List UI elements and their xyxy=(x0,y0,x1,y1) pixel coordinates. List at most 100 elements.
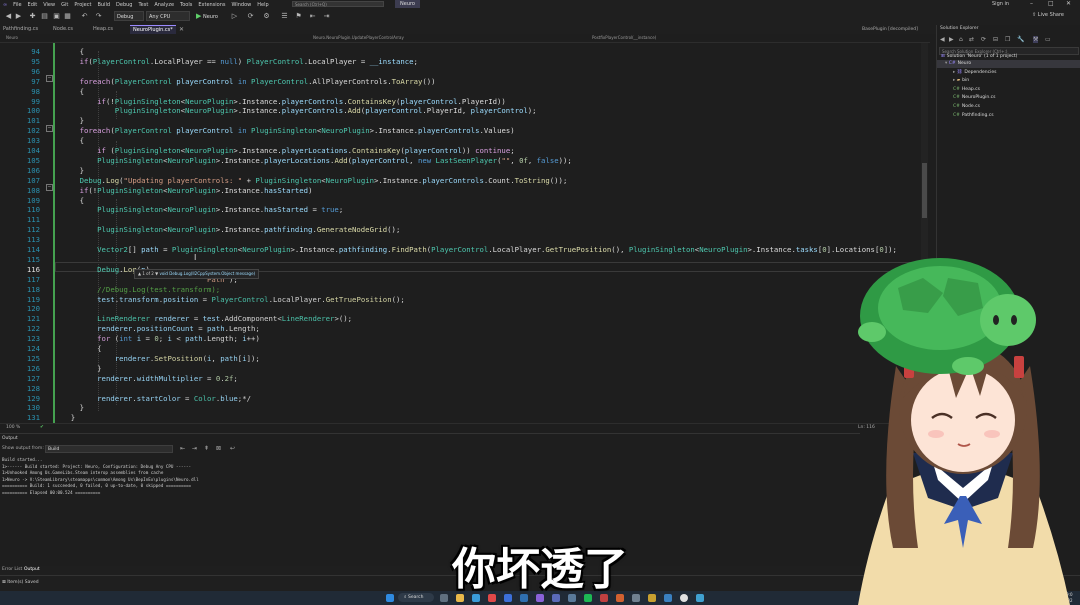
code-line[interactable]: 128 xyxy=(0,384,928,394)
live-share-button[interactable]: ⇪ Live Share xyxy=(1032,12,1064,18)
save-icon[interactable]: ▣ xyxy=(52,12,61,21)
menu-project[interactable]: Project xyxy=(71,2,94,8)
app-icon[interactable] xyxy=(488,594,496,602)
menu-extensions[interactable]: Extensions xyxy=(195,2,228,8)
menu-tools[interactable]: Tools xyxy=(177,2,195,8)
taskbar-search[interactable]: ⌕ Search xyxy=(398,593,434,602)
code-line[interactable]: 109 { xyxy=(0,196,928,206)
solution-tree-item[interactable]: ▾ C# Neuro xyxy=(945,60,971,68)
configuration-select[interactable]: Debug xyxy=(114,11,144,21)
back-icon[interactable]: ◀ xyxy=(4,12,13,21)
menu-edit[interactable]: Edit xyxy=(25,2,41,8)
forward-icon[interactable]: ▶ xyxy=(14,12,23,21)
code-line[interactable]: 110 PluginSingleton<NeuroPlugin>.Instanc… xyxy=(0,205,928,215)
tab-heap[interactable]: Heap.cs xyxy=(90,25,116,34)
file-explorer-icon[interactable] xyxy=(456,594,464,602)
code-line[interactable]: 97 foreach(PlayerControl playerControl i… xyxy=(0,77,928,87)
code-line[interactable]: 107 Debug.Log("Updating playerControls: … xyxy=(0,176,928,186)
save-all-icon[interactable]: ▦ xyxy=(63,12,72,21)
solution-tree-item[interactable]: ▸ ▰ bin xyxy=(953,77,969,85)
overload-up-icon[interactable]: ▲ xyxy=(138,271,141,276)
code-line[interactable]: 130 } xyxy=(0,403,928,413)
code-line[interactable]: 111 xyxy=(0,215,928,225)
clear-all-icon[interactable]: ⊠ xyxy=(216,445,221,452)
app-icon[interactable] xyxy=(696,594,704,602)
chrome-icon[interactable] xyxy=(680,594,688,602)
edge-icon[interactable] xyxy=(472,594,480,602)
menu-test[interactable]: Test xyxy=(135,2,151,8)
back-icon[interactable]: ◀ xyxy=(940,36,945,43)
code-line[interactable]: 126 } xyxy=(0,364,928,374)
new-item-icon[interactable]: ✚ xyxy=(28,12,37,21)
minimize-icon[interactable]: – xyxy=(1030,0,1033,8)
menu-window[interactable]: Window xyxy=(229,2,255,8)
open-folder-icon[interactable]: ▤ xyxy=(40,12,49,21)
zoom-level[interactable]: 100 % xyxy=(6,425,20,430)
code-line[interactable]: 103 { xyxy=(0,136,928,146)
nav-member-dropdown[interactable]: PostfixPlayerControl(__instance) xyxy=(592,35,656,40)
output-source-select[interactable]: Build xyxy=(45,445,173,453)
code-line[interactable]: 119 test.transform.position = PlayerCont… xyxy=(0,295,928,305)
refresh-icon[interactable]: ⟳ xyxy=(981,36,986,43)
search-input[interactable]: Search (Ctrl+Q) xyxy=(292,1,384,7)
start-without-debugging-icon[interactable]: ▷ xyxy=(230,12,239,21)
tab-output[interactable]: Output xyxy=(24,567,40,572)
code-line[interactable]: 94 { xyxy=(0,47,928,57)
app-icon[interactable] xyxy=(504,594,512,602)
tab-close-icon[interactable]: ✕ xyxy=(176,25,187,34)
sync-icon[interactable]: ⇄ xyxy=(969,36,974,43)
nav-project-dropdown[interactable]: Neuro xyxy=(6,35,18,40)
solution-tree-item[interactable]: ▸ ⛓ Dependencies xyxy=(953,69,996,77)
outdent-icon[interactable]: ⇤ xyxy=(308,12,317,21)
menu-build[interactable]: Build xyxy=(94,2,113,8)
app-icon[interactable] xyxy=(648,594,656,602)
code-line[interactable]: 122 renderer.positionCount = path.Length… xyxy=(0,324,928,334)
indent-icon[interactable]: ⇥ xyxy=(322,12,331,21)
code-line[interactable]: 112 PluginSingleton<NeuroPlugin>.Instanc… xyxy=(0,225,928,235)
tab-node[interactable]: Node.cs xyxy=(50,25,76,34)
code-line[interactable]: 99 if(!PluginSingleton<NeuroPlugin>.Inst… xyxy=(0,97,928,107)
code-line[interactable]: 113 xyxy=(0,235,928,245)
wrench-icon[interactable]: ⚒ xyxy=(1033,36,1039,43)
spotify-icon[interactable] xyxy=(584,594,592,602)
code-line[interactable]: 124 { xyxy=(0,344,928,354)
code-line[interactable]: 108 if(!PluginSingleton<NeuroPlugin>.Ins… xyxy=(0,186,928,196)
app-icon[interactable] xyxy=(568,594,576,602)
app-icon[interactable] xyxy=(632,594,640,602)
code-editor[interactable]: − − − 94 {95 if(PlayerControl.LocalPlaye… xyxy=(0,43,928,423)
app-icon[interactable] xyxy=(600,594,608,602)
toolbar-tool-icon[interactable]: ⚙ xyxy=(262,12,271,21)
collapse-all-icon[interactable]: ⊟ xyxy=(993,36,998,43)
menu-debug[interactable]: Debug xyxy=(113,2,135,8)
code-line[interactable]: 96 xyxy=(0,67,928,77)
visual-studio-icon[interactable] xyxy=(536,594,544,602)
tab-error-list[interactable]: Error List xyxy=(2,567,22,572)
app-icon[interactable] xyxy=(616,594,624,602)
code-line[interactable]: 125 renderer.SetPosition(i, path[i]); xyxy=(0,354,928,364)
overload-down-icon[interactable]: ▼ xyxy=(155,271,158,276)
menu-analyze[interactable]: Analyze xyxy=(151,2,177,8)
scrollbar-thumb[interactable] xyxy=(922,163,927,218)
close-icon[interactable]: ✕ xyxy=(1066,0,1071,8)
code-line[interactable]: 101 } xyxy=(0,116,928,126)
vs-logo-icon[interactable]: ∞ xyxy=(0,2,10,8)
code-line[interactable]: 127 renderer.widthMultiplier = 0.2f; xyxy=(0,374,928,384)
comment-icon[interactable]: ☰ xyxy=(280,12,289,21)
solution-tree-item[interactable]: C# Heap.cs xyxy=(953,86,980,94)
code-line[interactable]: 100 PluginSingleton<NeuroPlugin>.Instanc… xyxy=(0,106,928,116)
menu-view[interactable]: View xyxy=(40,2,58,8)
code-line[interactable]: 95 if(PlayerControl.LocalPlayer == null)… xyxy=(0,57,928,67)
code-line[interactable]: 120 xyxy=(0,304,928,314)
code-line[interactable]: 105 PluginSingleton<NeuroPlugin>.Instanc… xyxy=(0,156,928,166)
next-message-icon[interactable]: ⇞ xyxy=(204,445,209,452)
app-icon[interactable] xyxy=(664,594,672,602)
windows-start-icon[interactable] xyxy=(386,594,394,602)
platform-select[interactable]: Any CPU xyxy=(146,11,190,21)
tab-neuroplugin[interactable]: NeuroPlugin.cs* xyxy=(130,25,176,34)
menu-git[interactable]: Git xyxy=(58,2,71,8)
code-line[interactable]: 98 { xyxy=(0,87,928,97)
undo-icon[interactable]: ↶ xyxy=(80,12,89,21)
home-icon[interactable]: ⌂ xyxy=(959,36,963,43)
solution-tree-item[interactable]: C# Node.cs xyxy=(953,103,980,111)
maximize-icon[interactable]: □ xyxy=(1048,0,1054,8)
